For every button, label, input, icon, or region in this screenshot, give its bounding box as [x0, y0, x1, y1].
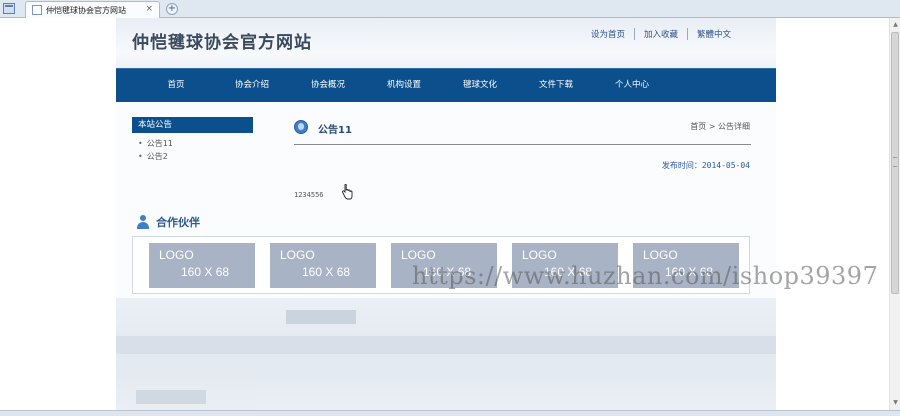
faded-block: [286, 310, 356, 324]
nav-item-culture[interactable]: 毽球文化: [442, 69, 518, 102]
logo-label: LOGO: [643, 248, 678, 262]
partner-logo-placeholder[interactable]: LOGO 160 X 68: [270, 243, 376, 288]
nav-item-organization[interactable]: 机构设置: [366, 69, 442, 102]
web-page: 仲恺毽球协会官方网站 设为首页 加入收藏 繁體中文 首页 协会介绍 协会概况 机…: [116, 18, 776, 416]
set-homepage-link[interactable]: 设为首页: [582, 28, 634, 40]
partner-logo-placeholder[interactable]: LOGO 160 X 68: [149, 243, 255, 288]
tab-close-icon[interactable]: ×: [145, 4, 153, 14]
sidebar-item-notice-11[interactable]: 公告11: [138, 137, 173, 150]
nav-item-profile[interactable]: 个人中心: [594, 69, 670, 102]
user-icon: [136, 215, 150, 229]
main-nav: 首页 协会介绍 协会概况 机构设置 毽球文化 文件下载 个人中心: [116, 68, 776, 102]
faded-block: [116, 336, 776, 354]
sidebar-item-notice-2[interactable]: 公告2: [138, 150, 173, 163]
traditional-chinese-link[interactable]: 繁體中文: [686, 28, 740, 40]
scroll-up-arrow-icon[interactable]: ▲: [891, 20, 900, 30]
window-menu-icon[interactable]: [3, 3, 15, 14]
browser-tab-strip: 仲恺毽球协会官方网站 × +: [0, 0, 900, 18]
site-header: 仲恺毽球协会官方网站 设为首页 加入收藏 繁體中文: [116, 18, 776, 68]
logo-label: LOGO: [159, 248, 194, 262]
sidebar-notice-list: 公告11 公告2: [138, 137, 173, 163]
logo-size: 160 X 68: [302, 265, 351, 279]
breadcrumb[interactable]: 首页 > 公告详细: [690, 121, 750, 132]
logo-label: LOGO: [280, 248, 315, 262]
tab-title: 仲恺毽球协会官方网站: [46, 6, 126, 15]
watermark-text: https://www.huzhan.com/ishop39397: [412, 262, 879, 290]
globe-icon: [294, 120, 308, 134]
add-favorite-link[interactable]: 加入收藏: [633, 28, 687, 40]
status-bar: [0, 410, 900, 416]
sidebar-title: 本站公告: [132, 117, 253, 133]
title-divider: [294, 144, 751, 145]
partners-title: 合作伙伴: [156, 216, 200, 229]
site-title: 仲恺毽球协会官方网站: [132, 33, 312, 53]
browser-tab[interactable]: 仲恺毽球协会官方网站 ×: [25, 1, 160, 18]
article-body: 1234556: [294, 191, 324, 199]
main-content: 本站公告 公告11 公告2 公告11 首页 > 公告详细 发布时间：2014-0…: [116, 102, 776, 416]
partners-heading: 合作伙伴: [136, 214, 200, 230]
new-tab-plus-icon[interactable]: +: [166, 3, 178, 15]
hand-pointer-cursor-icon: [342, 184, 353, 200]
publish-time: 发布时间：2014-05-04: [661, 161, 750, 170]
faded-footer-overlay: [116, 298, 776, 416]
page-favicon-icon: [32, 5, 42, 15]
vertical-scrollbar[interactable]: ▲ ▼: [889, 18, 900, 410]
article-title: 公告11: [318, 125, 352, 136]
logo-label: LOGO: [522, 248, 557, 262]
scroll-thumb[interactable]: [891, 32, 899, 294]
scroll-down-arrow-icon[interactable]: ▼: [891, 398, 900, 408]
nav-item-home[interactable]: 首页: [138, 69, 214, 102]
logo-label: LOGO: [401, 248, 436, 262]
nav-item-downloads[interactable]: 文件下载: [518, 69, 594, 102]
faded-block: [136, 390, 206, 404]
logo-size: 160 X 68: [181, 265, 230, 279]
nav-item-about[interactable]: 协会介绍: [214, 69, 290, 102]
top-links: 设为首页 加入收藏 繁體中文: [582, 28, 740, 40]
nav-item-overview[interactable]: 协会概况: [290, 69, 366, 102]
